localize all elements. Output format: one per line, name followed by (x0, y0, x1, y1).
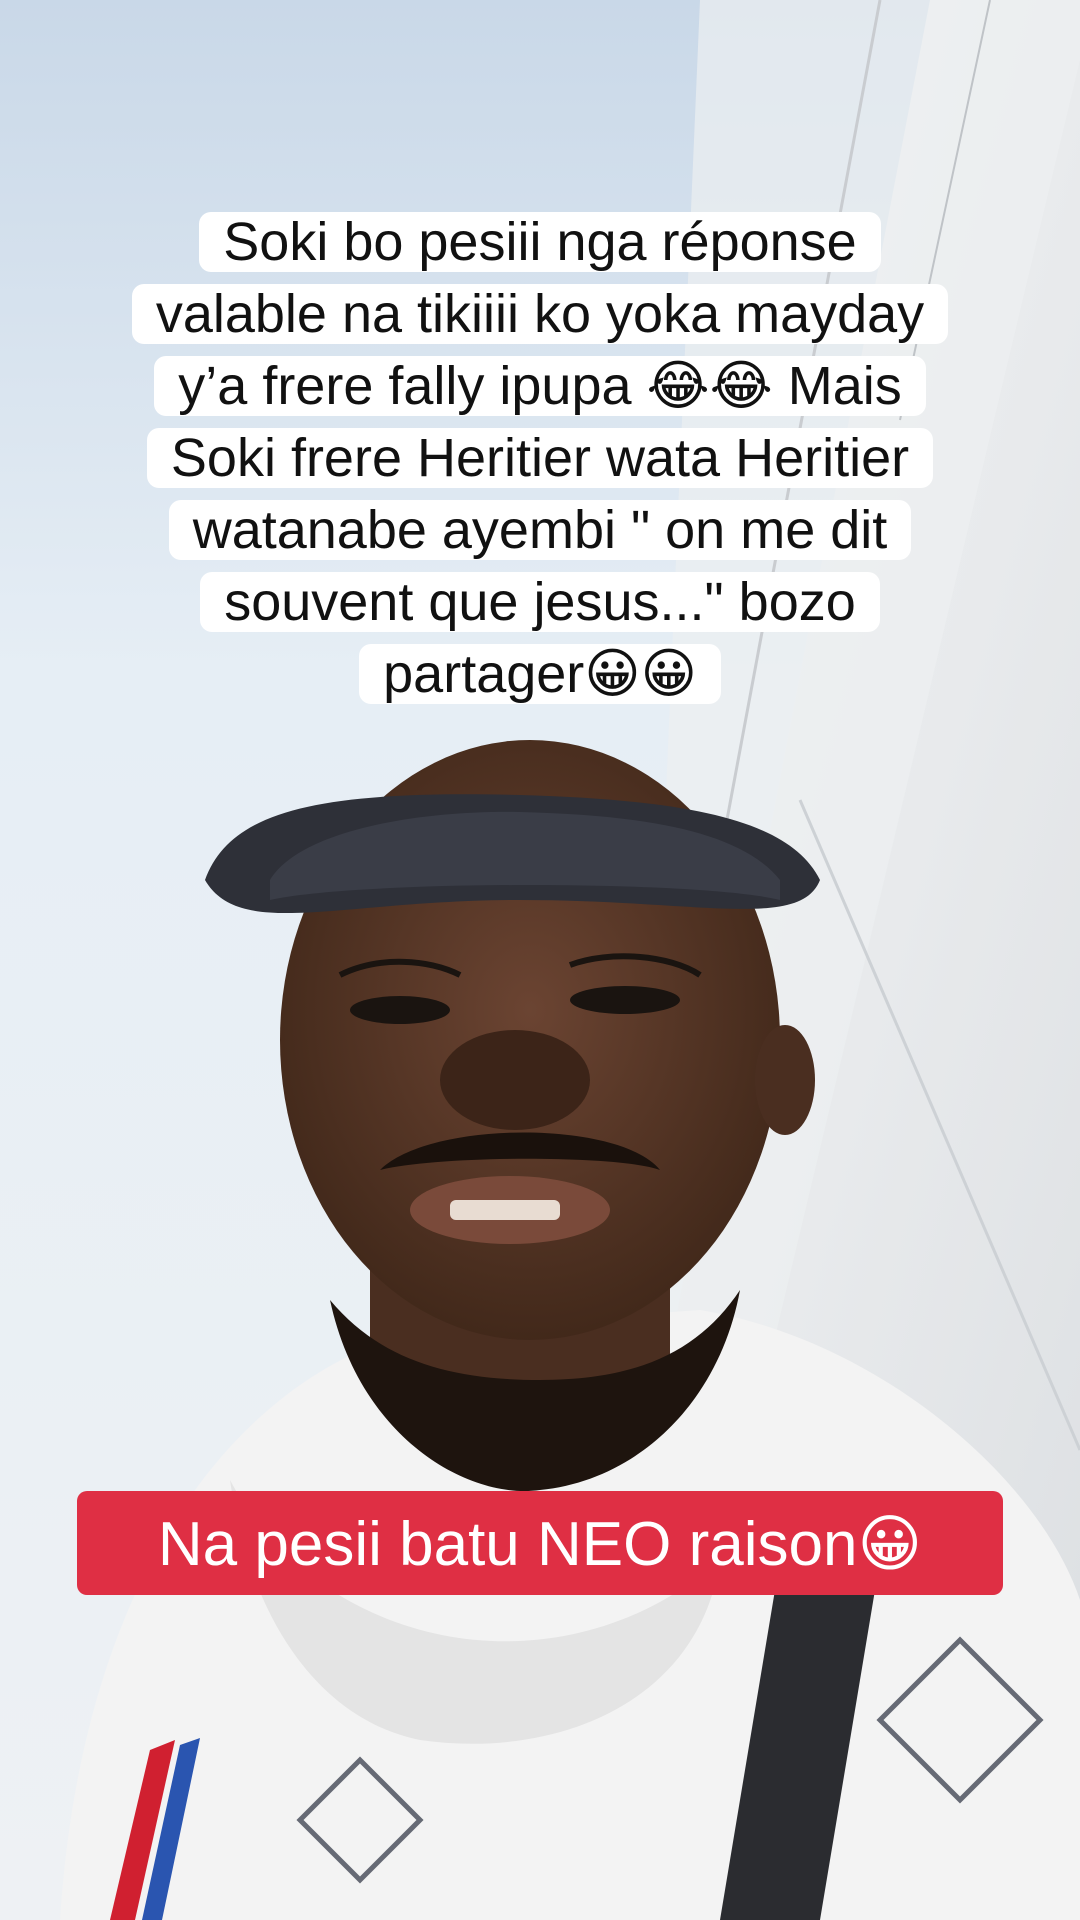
bottom-banner: Na pesii batu NEO raison😀 (77, 1491, 1003, 1595)
bottom-banner-text: Na pesii batu NEO raison😀 (157, 1509, 923, 1579)
top-caption-text: Soki bo pesiii nga réponse valable na ti… (131, 212, 949, 704)
top-caption: Soki bo pesiii nga réponse valable na ti… (0, 206, 1080, 710)
video-frame: Soki bo pesiii nga réponse valable na ti… (0, 0, 1080, 1920)
